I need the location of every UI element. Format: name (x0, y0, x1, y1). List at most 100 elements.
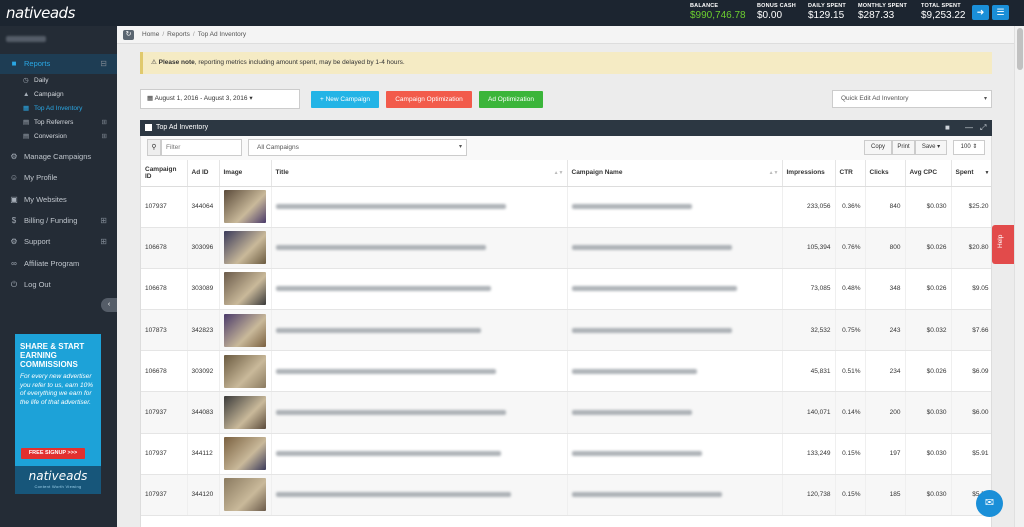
table-row[interactable]: 106678 303096 105,394 0.76% 800 $0.026 $20.80 (141, 227, 991, 269)
table-row[interactable]: 107873 342823 32,532 0.75% 243 $0.032 $7.66 (141, 309, 991, 352)
monitor-icon: ▣ (10, 195, 18, 204)
table-row[interactable]: 107937 344083 140,071 0.14% 200 $0.030 $6.00 (141, 391, 991, 434)
table-row[interactable]: 106678 303092 45,831 0.51% 234 $0.026 $6.09 (141, 350, 991, 393)
cell-campaign-id: 107937 (141, 433, 188, 475)
nativeads-logo[interactable]: nativeads (6, 4, 75, 22)
col-title[interactable]: Title ▲▼ (271, 160, 568, 187)
sidebar-item-log-out[interactable]: ⏻ Log Out (0, 275, 117, 295)
print-button[interactable]: Print (892, 140, 915, 155)
page-scrollbar[interactable] (1014, 26, 1024, 527)
sidebar-subitem-conversion[interactable]: ▤ Conversion ⊞ (0, 130, 117, 144)
col-ctr[interactable]: CTR (835, 160, 866, 187)
blurred-campaign-name (571, 245, 732, 251)
scrollbar-thumb[interactable] (1017, 28, 1023, 70)
ad-thumbnail-image[interactable] (223, 313, 266, 347)
free-signup-button[interactable]: FREE SIGNUP >>> (21, 448, 85, 459)
ad-thumbnail-image[interactable] (223, 231, 266, 265)
col-impressions[interactable]: Impressions (782, 160, 836, 187)
sidebar-subitem-top-ad-inventory[interactable]: ▦ Top Ad Inventory (0, 102, 117, 116)
ad-thumbnail-image[interactable] (223, 437, 266, 471)
blurred-campaign-name (571, 286, 737, 292)
ad-thumbnail-image[interactable] (223, 396, 266, 430)
breadcrumb-reports[interactable]: Reports (167, 31, 190, 38)
cell-avg-cpc: $0.026 (905, 268, 952, 311)
sidebar-item-manage-campaigns[interactable]: ⚙ Manage Campaigns (0, 147, 117, 167)
monthly-spent-value: $287.33 (858, 10, 895, 21)
sidebar-subitem-campaign[interactable]: ▲ Campaign (0, 88, 117, 102)
user-icon: ☺ (9, 173, 19, 182)
col-ad-id[interactable]: Ad ID (187, 160, 220, 187)
cell-spent: $25.20 (951, 186, 991, 228)
expand-icon[interactable]: ⤢ (980, 120, 986, 136)
cell-avg-cpc: $0.032 (905, 309, 952, 352)
col-clicks[interactable]: Clicks (865, 160, 906, 187)
expand-icon[interactable]: ⊞ (102, 116, 107, 130)
chart-icon: ■ (11, 59, 17, 68)
sidebar-subitem-daily[interactable]: ◷ Daily (0, 74, 117, 88)
sidebar-item-support[interactable]: ⚙ Support ⊞ (0, 232, 117, 252)
sidebar-subitem-label: Daily (34, 77, 49, 84)
expand-icon[interactable]: ⊞ (100, 232, 107, 252)
signout-button[interactable]: ➜ (972, 5, 989, 20)
minimize-icon[interactable]: — (965, 120, 973, 136)
help-label: Help (997, 234, 1004, 248)
sidebar-item-affiliate-program[interactable]: ∞ Affiliate Program (0, 254, 117, 274)
col-campaign-name[interactable]: Campaign Name ▲▼ (567, 160, 783, 187)
ad-thumbnail-image[interactable] (223, 190, 266, 224)
expand-icon[interactable]: ⊞ (102, 130, 107, 144)
sidebar-item-reports[interactable]: ■ Reports ⊟ (0, 54, 117, 74)
sidebar-subitem-top-referrers[interactable]: ▤ Top Referrers ⊞ (0, 116, 117, 130)
date-range-text: August 1, 2016 - August 3, 2016 (154, 95, 248, 102)
settings-square-icon[interactable]: ■ (945, 120, 950, 136)
breadcrumb-home[interactable]: Home (142, 31, 159, 38)
col-spent[interactable]: Spent ▼ (951, 160, 991, 187)
new-campaign-button[interactable]: + New Campaign (311, 91, 379, 108)
campaign-select[interactable]: All Campaigns ▾ (248, 139, 467, 156)
copy-button[interactable]: Copy (864, 140, 892, 155)
ad-thumbnail-image[interactable] (223, 354, 266, 388)
cell-image (219, 350, 272, 393)
cell-clicks: 348 (865, 268, 906, 311)
caret-down-icon: ▾ (983, 96, 987, 102)
sidebar-item-label: Affiliate Program (24, 259, 80, 268)
page-size-select[interactable]: 100 ⇕ (953, 140, 985, 155)
chat-icon[interactable]: ✉ (976, 490, 1003, 517)
quick-edit-select[interactable]: Quick Edit Ad Inventory ▾ (832, 90, 992, 108)
total-spent-stat: TOTAL SPENT $9,253.22 (921, 3, 966, 21)
breadcrumb-bar: ↻ Home / Reports / Top Ad Inventory (117, 26, 1014, 44)
save-button[interactable]: Save ▾ (915, 140, 947, 155)
sidebar-subitem-label: Conversion (34, 133, 67, 140)
sidebar-item-my-websites[interactable]: ▣ My Websites (0, 190, 117, 210)
sidebar-item-my-profile[interactable]: ☺ My Profile (0, 168, 117, 188)
menu-button[interactable]: ☰ (992, 5, 1009, 20)
blurred-ad-title (275, 286, 491, 292)
table-row[interactable]: 107937 344064 233,056 0.36% 840 $0.030 $25.20 (141, 186, 991, 228)
sidebar-collapse-button[interactable]: ‹ (101, 298, 117, 312)
collapse-icon[interactable]: ⊟ (100, 54, 107, 74)
affiliate-promo-banner[interactable]: SHARE & START EARNING COMMISSIONS For ev… (15, 334, 101, 494)
campaign-optimization-button[interactable]: Campaign Optimization (386, 91, 472, 108)
page-size-value: 100 (960, 144, 971, 150)
filter-input[interactable] (161, 139, 242, 156)
table-row[interactable]: 106678 303089 73,085 0.48% 348 $0.026 $9.05 (141, 268, 991, 311)
table-row[interactable]: 107937344120120,7380.15%185$0.030$5.55 (141, 474, 991, 517)
sidebar-item-billing-funding[interactable]: $ Billing / Funding ⊞ (0, 211, 117, 231)
ad-thumbnail-image[interactable] (223, 478, 266, 512)
refresh-icon[interactable]: ↻ (123, 30, 134, 40)
col-avg-cpc[interactable]: Avg CPC (905, 160, 952, 187)
ad-optimization-button[interactable]: Ad Optimization (479, 91, 543, 108)
sidebar-item-label: Log Out (24, 280, 51, 289)
col-campaign-id[interactable]: Campaign ID (141, 160, 188, 187)
expand-icon[interactable]: ⊞ (100, 211, 107, 231)
blurred-campaign-name (571, 492, 722, 498)
cell-campaign-id: 107937 (141, 391, 188, 434)
panel-checkbox-icon (145, 124, 152, 131)
sidebar-item-label: My Websites (24, 195, 67, 204)
sidebar-item-label: Reports (24, 59, 51, 68)
help-tab[interactable]: Help (992, 225, 1015, 264)
ad-thumbnail-image[interactable] (223, 272, 266, 306)
save-label: Save (921, 144, 936, 150)
date-range-picker[interactable]: ▦ August 1, 2016 - August 3, 2016 ▾ (140, 89, 300, 109)
cell-spent: $5.91 (951, 433, 991, 475)
table-row[interactable]: 107937 344112 133,249 0.15% 197 $0.030 $5.91 (141, 433, 991, 475)
